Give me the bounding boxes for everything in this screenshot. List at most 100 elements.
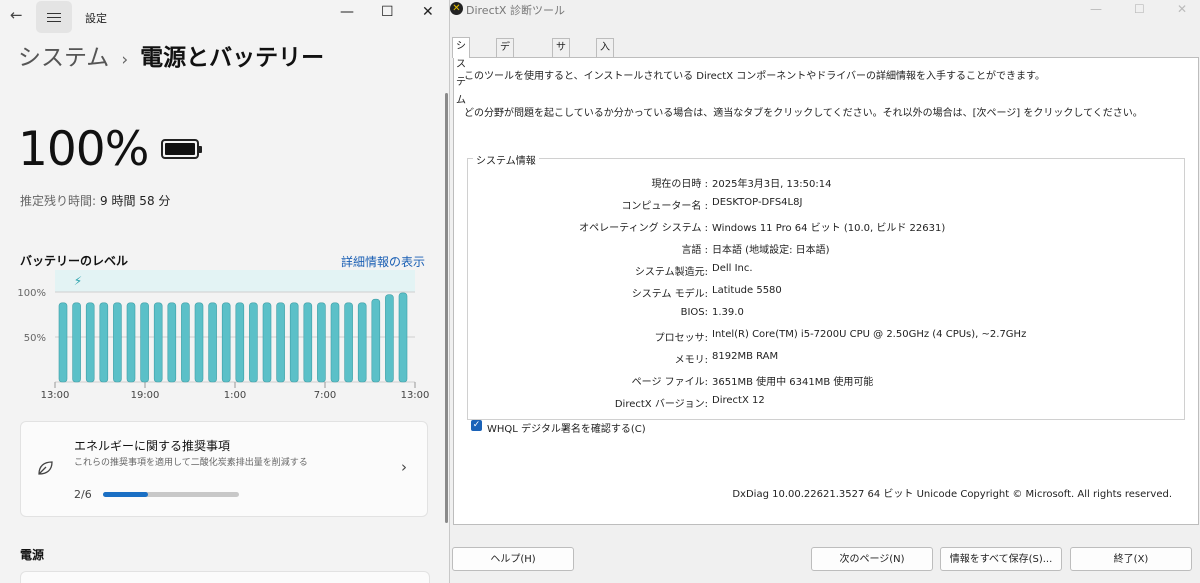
chart-bar xyxy=(303,302,313,383)
chart-bar xyxy=(262,302,272,383)
chart-bar xyxy=(385,294,394,383)
tab-system[interactable]: システム xyxy=(452,37,470,106)
minimize-icon[interactable]: — xyxy=(340,4,354,20)
chart-bar xyxy=(126,302,136,383)
settings-window: ← 設定 — ☐ ✕ システム › 電源とバッテリー 100% 推定残り時間: 9 時… xyxy=(0,0,450,583)
whql-checkbox-label[interactable]: WHQL デジタル署名を確認する(C) xyxy=(487,420,646,435)
close-icon[interactable]: ✕ xyxy=(422,4,434,20)
info-key: プロセッサ: xyxy=(654,333,708,344)
maximize-icon[interactable]: ☐ xyxy=(1134,2,1145,16)
chevron-right-icon: › xyxy=(121,50,129,70)
next-page-button[interactable]: 次のページ(N) xyxy=(811,547,933,571)
window-title: DirectX 診断ツール xyxy=(466,4,565,17)
chart-bar xyxy=(85,302,95,383)
info-value: 1.39.0 xyxy=(712,307,744,318)
info-key: システム モデル: xyxy=(631,289,708,300)
info-value: 日本語 (地域設定: 日本語) xyxy=(712,245,830,256)
info-key: DirectX バージョン: xyxy=(614,399,708,410)
hamburger-menu-icon[interactable] xyxy=(36,1,72,33)
page-title: 電源とバッテリー xyxy=(140,45,325,71)
chart-bar xyxy=(357,302,367,383)
chart-bar xyxy=(58,302,68,383)
y-tick-label: 100% xyxy=(17,288,46,299)
battery-icon xyxy=(161,139,202,159)
intro-text-1: このツールを使用すると、インストールされている DirectX コンポーネントや… xyxy=(464,71,1046,82)
info-value: 8192MB RAM xyxy=(712,351,779,362)
recommend-progress-bar xyxy=(103,492,239,497)
chart-bar xyxy=(72,302,81,383)
info-value: 3651MB 使用中 6341MB 使用可能 xyxy=(712,377,874,388)
battery-percent: 100% xyxy=(18,122,149,177)
info-key: BIOS: xyxy=(680,307,708,318)
save-all-info-button[interactable]: 情報をすべて保存(S)... xyxy=(940,547,1062,571)
info-key: 現在の日時 : xyxy=(651,179,708,190)
chart-bar xyxy=(140,302,149,383)
chart-bar xyxy=(208,302,217,383)
system-tab-panel: このツールを使用すると、インストールされている DirectX コンポーネントや… xyxy=(453,57,1199,525)
progress-fill xyxy=(103,492,148,497)
charging-icon: ⚡ xyxy=(74,274,82,288)
power-section-heading: 電源 xyxy=(20,548,45,562)
details-link[interactable]: 詳細情報の表示 xyxy=(341,253,425,270)
x-tick-label: 19:00 xyxy=(131,390,160,401)
info-value: 2025年3月3日, 13:50:14 xyxy=(712,179,832,190)
x-tick-label: 7:00 xyxy=(314,390,336,401)
scrollbar[interactable] xyxy=(445,93,448,523)
info-value: Latitude 5580 xyxy=(712,285,782,296)
power-card[interactable] xyxy=(20,571,430,583)
chart-bar xyxy=(398,292,408,383)
tab-display[interactable]: ディスプレイ xyxy=(496,38,514,143)
minimize-icon[interactable]: — xyxy=(1090,2,1102,16)
chart-bar xyxy=(249,302,258,383)
info-value: DESKTOP-DFS4L8J xyxy=(712,197,803,208)
chart-bar xyxy=(317,302,326,383)
info-value: Windows 11 Pro 64 ビット (10.0, ビルド 22631) xyxy=(712,223,946,234)
energy-recommendations-card[interactable]: エネルギーに関する推奨事項 これらの推奨事項を適用して二酸化炭素排出量を削減する… xyxy=(20,421,428,517)
info-key: コンピューター名 : xyxy=(621,201,708,212)
breadcrumb-parent[interactable]: システム xyxy=(18,45,109,71)
chart-bar xyxy=(371,298,381,383)
recommend-count: 2/6 xyxy=(74,488,92,501)
exit-button[interactable]: 終了(X) xyxy=(1070,547,1192,571)
version-info: DxDiag 10.00.22621.3527 64 ビット Unicode C… xyxy=(732,489,1172,500)
info-value: Intel(R) Core(TM) i5-7200U CPU @ 2.50GHz… xyxy=(712,329,1027,340)
x-tick-label: 13:00 xyxy=(401,390,430,401)
maximize-icon[interactable]: ☐ xyxy=(381,4,394,20)
chart-bar xyxy=(221,302,231,383)
recommend-subtitle: これらの推奨事項を適用して二酸化炭素排出量を削減する xyxy=(74,458,308,468)
dxdiag-window: ✕ DirectX 診断ツール — ☐ ✕ システム ディスプレイ サウンド 入… xyxy=(450,0,1200,583)
back-arrow-icon[interactable]: ← xyxy=(10,6,23,24)
tab-sound[interactable]: サウンド xyxy=(552,38,570,107)
whql-checkbox[interactable]: ✓ xyxy=(471,420,482,431)
info-value: DirectX 12 xyxy=(712,395,765,406)
info-key: システム製造元: xyxy=(634,267,708,278)
chart-bar xyxy=(181,302,190,383)
close-icon[interactable]: ✕ xyxy=(1177,2,1187,16)
x-tick-label: 13:00 xyxy=(41,390,70,401)
battery-level-chart: ⚡ 100% 50% 13:00 19:00 1:00 7:00 13:00 xyxy=(17,270,430,401)
chart-bar xyxy=(113,302,122,383)
remaining-label: 推定残り時間: xyxy=(20,194,97,208)
info-key: ページ ファイル: xyxy=(631,377,708,388)
charging-band xyxy=(55,270,415,292)
chart-bar xyxy=(167,302,177,383)
help-button[interactable]: ヘルプ(H) xyxy=(452,547,574,571)
info-key: メモリ: xyxy=(674,355,708,366)
directx-logo-icon: ✕ xyxy=(450,2,463,15)
window-title: 設定 xyxy=(85,12,107,25)
x-tick-label: 1:00 xyxy=(224,390,246,401)
chart-bar xyxy=(330,302,340,383)
chevron-right-icon: › xyxy=(401,458,407,476)
recommend-title: エネルギーに関する推奨事項 xyxy=(74,439,231,453)
chart-bar xyxy=(99,302,109,383)
remaining-time: 推定残り時間: 9 時間 58 分 xyxy=(20,192,170,209)
chart-bar xyxy=(276,302,285,383)
chart-bar xyxy=(194,302,204,383)
info-key: 言語 : xyxy=(681,245,708,256)
system-info-group-label: システム情報 xyxy=(473,152,539,167)
chart-bar xyxy=(289,302,299,383)
info-value: Dell Inc. xyxy=(712,263,753,274)
y-tick-label: 50% xyxy=(24,333,46,344)
chart-bar xyxy=(153,302,163,383)
tab-input[interactable]: 入力 xyxy=(596,38,614,71)
